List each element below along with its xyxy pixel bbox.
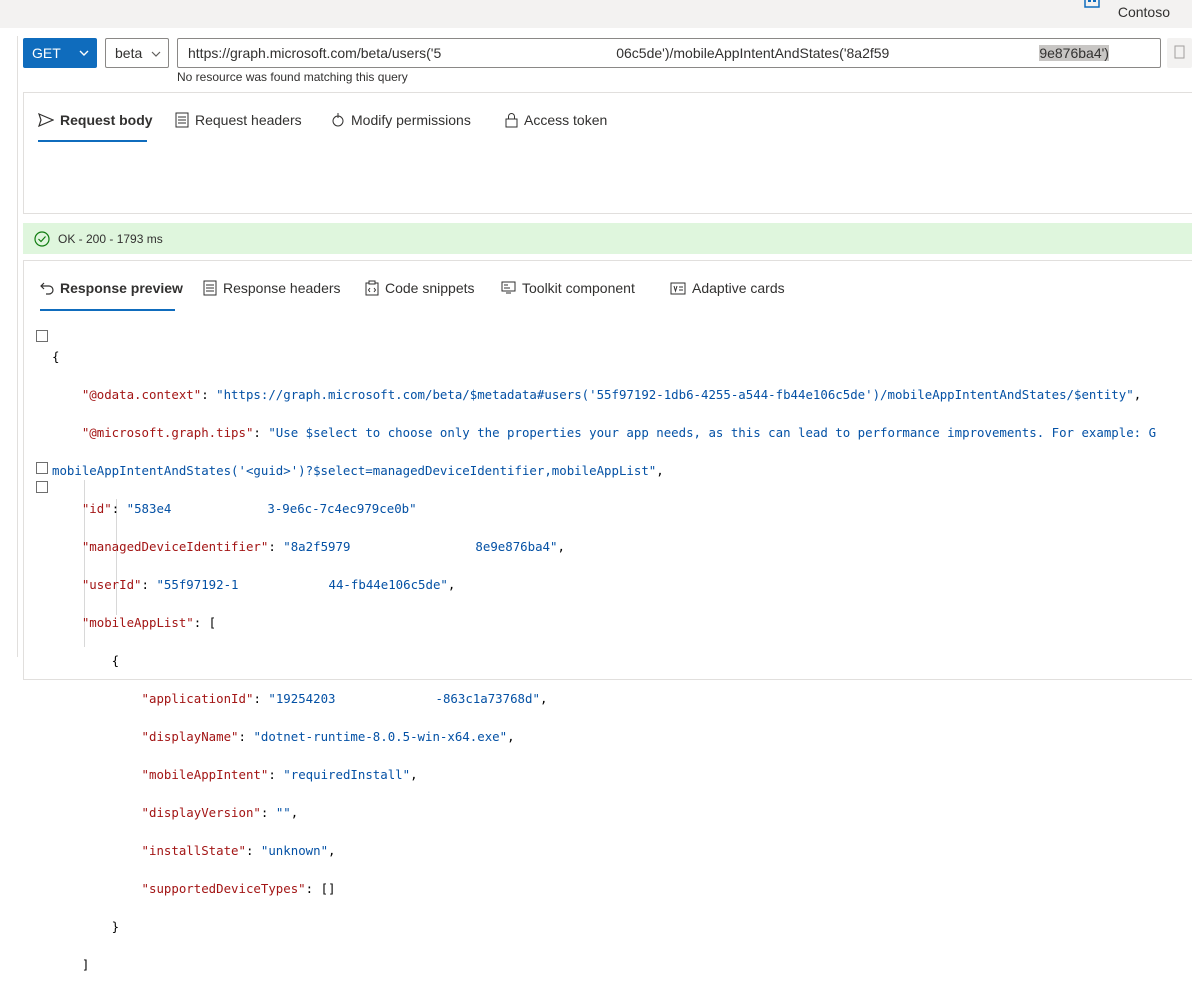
json-value: "unknown": [260, 843, 329, 858]
json-line: "id": "583e4 3-9e6c-7c4ec979ce0b": [81, 501, 417, 516]
json-value: "19254203: [268, 691, 336, 706]
json-line: "mobileAppList": [: [81, 615, 217, 630]
fold-toggle-root[interactable]: [36, 330, 48, 342]
tab-label: Code snippets: [385, 280, 475, 296]
json-line: "displayName": "dotnet-runtime-8.0.5-win…: [141, 729, 515, 744]
json-line: "applicationId": "19254203 -863c1a73768d"…: [141, 691, 548, 706]
check-circle-icon: [34, 230, 50, 247]
json-value: "requiredInstall": [283, 767, 411, 782]
json-line: "installState": "unknown",: [141, 843, 336, 858]
tab-response-headers[interactable]: Response headers: [203, 280, 341, 296]
tab-label: Toolkit component: [522, 280, 635, 296]
json-line: "supportedDeviceTypes": []: [141, 881, 336, 896]
json-line: }: [52, 919, 120, 934]
lock-icon: [505, 113, 518, 128]
query-url-input[interactable]: https://graph.microsoft.com/beta/users('…: [177, 38, 1161, 68]
json-key: "installState": [141, 843, 246, 858]
json-key: "@odata.context": [81, 387, 202, 402]
json-value: "dotnet-runtime-8.0.5-win-x64.exe": [253, 729, 508, 744]
json-line: mobileAppIntentAndStates('<guid>')?$sele…: [52, 463, 664, 478]
json-line: "userId": "55f97192-1 44-fb44e106c5de",: [81, 577, 456, 592]
url-hint-text: No resource was found matching this quer…: [177, 70, 408, 84]
json-value: "Use $select to choose only the properti…: [268, 425, 1157, 440]
json-line: {: [52, 349, 60, 364]
status-bar: OK - 200 - 1793 ms: [23, 223, 1192, 254]
json-key: "applicationId": [141, 691, 254, 706]
tab-label: Request body: [60, 112, 153, 128]
tab-response-preview[interactable]: Response preview: [40, 280, 183, 296]
tenant-name[interactable]: Contoso: [1118, 4, 1170, 20]
run-query-button[interactable]: [1167, 38, 1192, 68]
json-value: "583e4: [126, 501, 172, 516]
json-line: "managedDeviceIdentifier": "8a2f5979 8e9e…: [81, 539, 565, 554]
version-dropdown[interactable]: beta: [105, 38, 169, 68]
permissions-icon: [332, 113, 344, 127]
tab-label: Response headers: [223, 280, 341, 296]
json-key: "@microsoft.graph.tips": [81, 425, 254, 440]
status-text: OK - 200 - 1793 ms: [58, 231, 163, 246]
json-line: "mobileAppIntent": "requiredInstall",: [141, 767, 418, 782]
active-tab-indicator: [40, 309, 175, 311]
url-text-end: 9e876ba4'): [1039, 45, 1109, 61]
fold-toggle-app-item[interactable]: [36, 481, 48, 493]
tab-toolkit-component[interactable]: Toolkit component: [501, 280, 635, 296]
version-label: beta: [115, 45, 143, 61]
json-line: "displayVersion": "",: [141, 805, 299, 820]
json-line: ]: [52, 957, 90, 972]
json-value: mobileAppIntentAndStates('<guid>')?$sele…: [52, 463, 657, 478]
json-line: "@odata.context": "https://graph.microso…: [81, 387, 1142, 402]
json-value: "55f97192-1: [156, 577, 239, 592]
json-value: 44-fb44e106c5de": [328, 577, 448, 592]
tab-request-body[interactable]: Request body: [38, 112, 153, 128]
active-tab-indicator: [38, 140, 147, 142]
url-text-middle: 06c5de')/mobileAppIntentAndStates('8a2f5…: [616, 45, 890, 61]
json-line: "@microsoft.graph.tips": "Use $select to…: [81, 425, 1157, 440]
json-value: -863c1a73768d": [435, 691, 540, 706]
tab-code-snippets[interactable]: Code snippets: [365, 280, 475, 296]
json-key: "displayVersion": [141, 805, 261, 820]
json-key: "userId": [81, 577, 142, 592]
json-key: "mobileAppList": [81, 615, 194, 630]
left-divider: [17, 36, 18, 657]
tab-label: Access token: [524, 112, 608, 128]
tab-request-headers[interactable]: Request headers: [175, 112, 302, 128]
json-key: "managedDeviceIdentifier": [81, 539, 269, 554]
card-icon: [670, 282, 686, 294]
response-json-viewer: { "@odata.context": "https://graph.micro…: [52, 328, 1156, 993]
tab-modify-permissions[interactable]: Modify permissions: [331, 112, 471, 128]
tab-access-token[interactable]: Access token: [505, 112, 607, 128]
json-key: "displayName": [141, 729, 239, 744]
tab-adaptive-cards[interactable]: Adaptive cards: [670, 280, 785, 296]
http-method-label: GET: [32, 45, 61, 61]
request-panel: Request body Request headers Modify perm…: [23, 92, 1192, 214]
headers-icon: [175, 112, 189, 128]
undo-icon: [40, 282, 54, 295]
json-value: []: [320, 881, 336, 896]
document-icon: [1174, 45, 1185, 59]
component-icon: [501, 281, 516, 294]
json-value: "8a2f5979: [283, 539, 351, 554]
json-key: "id": [81, 501, 112, 516]
url-text-start: https://graph.microsoft.com/beta/users('…: [188, 45, 442, 61]
clipboard-icon: [365, 280, 379, 296]
top-bar: Contoso: [0, 0, 1192, 28]
json-value: "": [275, 805, 291, 820]
fold-toggle-mobileapplist[interactable]: [36, 462, 48, 474]
tab-label: Modify permissions: [351, 112, 471, 128]
organization-icon: [1084, 0, 1100, 8]
json-value[interactable]: "https://graph.microsoft.com/beta/$metad…: [216, 387, 1134, 402]
chevron-down-icon: [151, 51, 161, 57]
tab-label: Request headers: [195, 112, 302, 128]
json-key: "supportedDeviceTypes": [141, 881, 306, 896]
json-key: "mobileAppIntent": [141, 767, 269, 782]
http-method-dropdown[interactable]: GET: [23, 38, 97, 68]
tab-label: Response preview: [60, 280, 183, 296]
json-line: {: [52, 653, 120, 668]
json-value: 8e9e876ba4": [475, 539, 558, 554]
send-icon: [38, 113, 54, 127]
tab-label: Adaptive cards: [692, 280, 785, 296]
chevron-down-icon: [79, 50, 89, 56]
json-value: 3-9e6c-7c4ec979ce0b": [267, 501, 417, 516]
headers-icon: [203, 280, 217, 296]
